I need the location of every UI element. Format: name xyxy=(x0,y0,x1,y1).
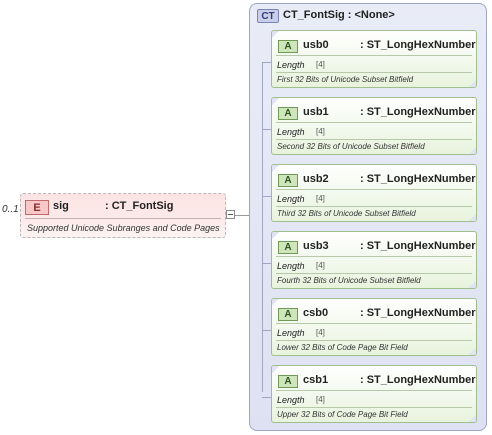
attribute-badge: A xyxy=(278,241,298,254)
attribute-description: Second 32 Bits of Unicode Subset Bitfiel… xyxy=(277,142,425,151)
attribute-divider xyxy=(276,189,472,190)
facet-label: Length xyxy=(277,261,305,271)
attribute-tick xyxy=(262,397,271,398)
attribute-csb0[interactable]: A csb0 : ST_LongHexNumber Length [4] Low… xyxy=(271,298,477,356)
facet-label: Length xyxy=(277,395,305,405)
attribute-type: : ST_LongHexNumber xyxy=(360,39,476,51)
facet-value: [4] xyxy=(316,395,325,404)
attribute-divider xyxy=(276,256,472,257)
attribute-usb1[interactable]: A usb1 : ST_LongHexNumber Length [4] Sec… xyxy=(271,97,477,155)
attribute-usb2[interactable]: A usb2 : ST_LongHexNumber Length [4] Thi… xyxy=(271,164,477,222)
attribute-badge: A xyxy=(278,40,298,53)
attribute-divider xyxy=(276,55,472,56)
element-name: sig xyxy=(53,200,69,212)
attribute-divider xyxy=(276,340,472,341)
attribute-name: csb0 xyxy=(303,307,329,319)
element-badge: E xyxy=(25,200,49,215)
attribute-type: : ST_LongHexNumber xyxy=(360,374,476,386)
facet-label: Length xyxy=(277,328,305,338)
attribute-connector-line xyxy=(262,62,263,392)
attribute-type: : ST_LongHexNumber xyxy=(360,106,476,118)
attribute-type: : ST_LongHexNumber xyxy=(360,307,476,319)
attribute-type: : ST_LongHexNumber xyxy=(360,173,476,185)
facet-value: [4] xyxy=(316,127,325,136)
facet-label: Length xyxy=(277,194,305,204)
element-type: : CT_FontSig xyxy=(105,200,174,212)
element-divider xyxy=(25,218,221,219)
collapse-toggle-icon[interactable] xyxy=(226,210,235,219)
attribute-divider xyxy=(276,273,472,274)
attribute-divider xyxy=(276,390,472,391)
attribute-badge: A xyxy=(278,375,298,388)
attribute-name: usb3 xyxy=(303,240,329,252)
attribute-badge: A xyxy=(278,174,298,187)
facet-value: [4] xyxy=(316,261,325,270)
attribute-divider xyxy=(276,206,472,207)
attribute-csb1[interactable]: A csb1 : ST_LongHexNumber Length [4] Upp… xyxy=(271,365,477,423)
attribute-badge: A xyxy=(278,107,298,120)
attribute-description: Lower 32 Bits of Code Page Bit Field xyxy=(277,343,408,352)
attribute-divider xyxy=(276,139,472,140)
attribute-usb0[interactable]: A usb0 : ST_LongHexNumber Length [4] Fir… xyxy=(271,30,477,88)
attribute-badge: A xyxy=(278,308,298,321)
facet-value: [4] xyxy=(316,60,325,69)
attribute-type: : ST_LongHexNumber xyxy=(360,240,476,252)
facet-label: Length xyxy=(277,60,305,70)
attribute-description: Third 32 Bits of Unicode Subset Bitfield xyxy=(277,209,416,218)
attribute-name: csb1 xyxy=(303,374,329,386)
attribute-usb3[interactable]: A usb3 : ST_LongHexNumber Length [4] Fou… xyxy=(271,231,477,289)
element-sig[interactable]: E sig : CT_FontSig Supported Unicode Sub… xyxy=(20,193,226,238)
complex-type-badge: CT xyxy=(257,9,279,23)
attribute-name: usb1 xyxy=(303,106,329,118)
attribute-tick xyxy=(262,129,271,130)
attribute-tick xyxy=(262,196,271,197)
attribute-tick xyxy=(262,263,271,264)
attribute-name: usb0 xyxy=(303,39,329,51)
complex-type-ct-fontsig: CT CT_FontSig : <None> A usb0 : ST_LongH… xyxy=(249,3,487,431)
attribute-divider xyxy=(276,323,472,324)
attribute-tick xyxy=(262,330,271,331)
attribute-divider xyxy=(276,72,472,73)
element-description: Supported Unicode Subranges and Code Pag… xyxy=(27,223,220,233)
attribute-description: Upper 32 Bits of Code Page Bit Field xyxy=(277,410,408,419)
attribute-divider xyxy=(276,407,472,408)
facet-label: Length xyxy=(277,127,305,137)
attribute-tick xyxy=(262,62,271,63)
complex-type-title: CT_FontSig : <None> xyxy=(283,9,395,21)
attribute-description: Fourth 32 Bits of Unicode Subset Bitfiel… xyxy=(277,276,421,285)
occurrence-label: 0..1 xyxy=(2,204,19,215)
attribute-name: usb2 xyxy=(303,173,329,185)
facet-value: [4] xyxy=(316,328,325,337)
attribute-divider xyxy=(276,122,472,123)
attribute-description: First 32 Bits of Unicode Subset Bitfield xyxy=(277,75,414,84)
facet-value: [4] xyxy=(316,194,325,203)
